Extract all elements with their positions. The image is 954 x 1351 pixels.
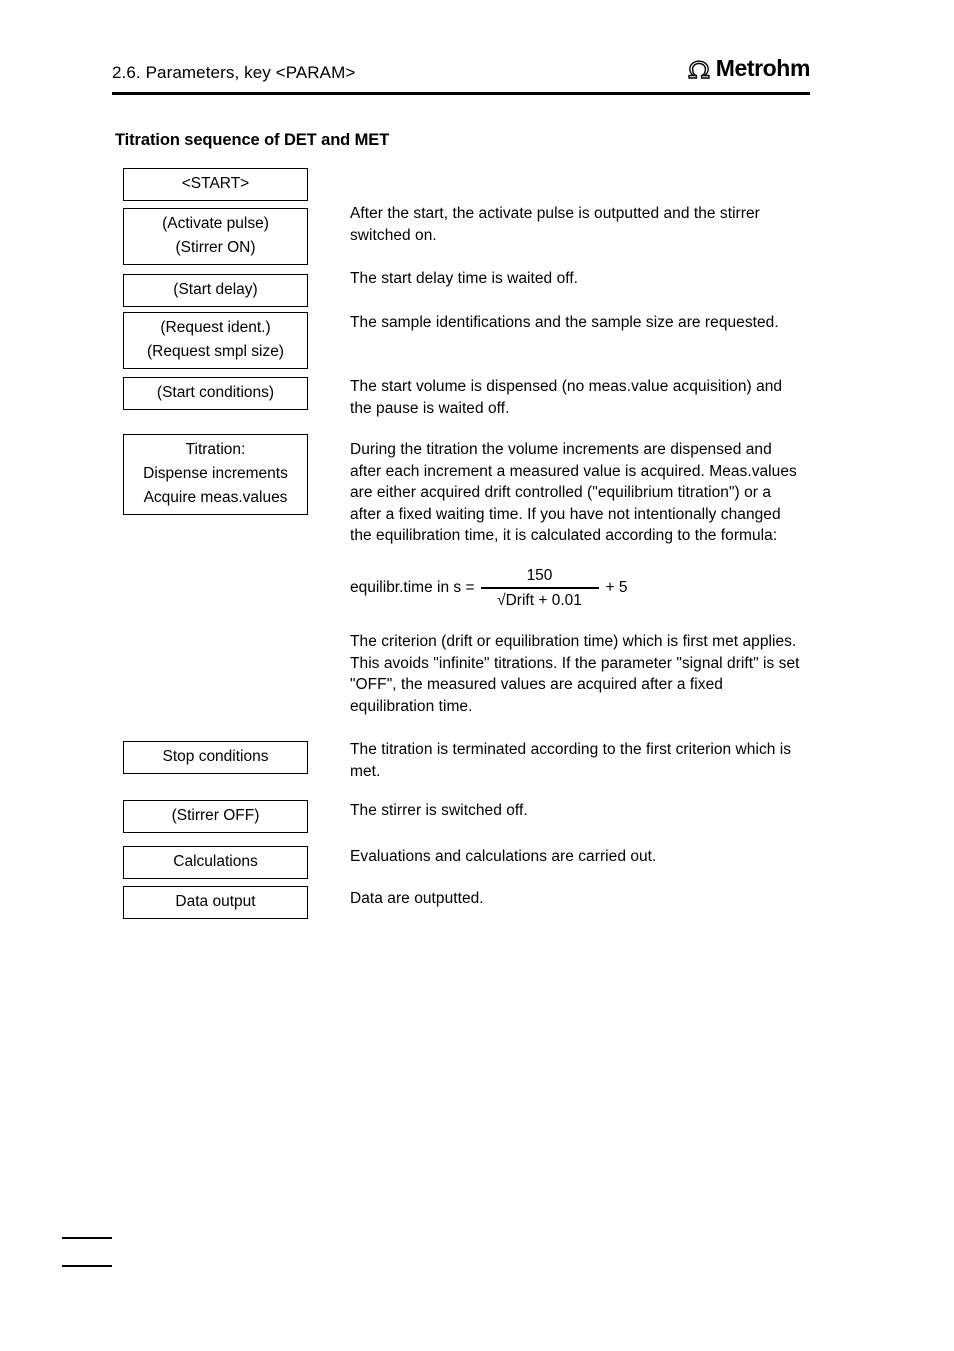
flow-step-line: Acquire meas.values xyxy=(143,489,288,506)
flow-step-line: Dispense increments xyxy=(143,465,288,482)
formula-denominator: √Drift + 0.01 xyxy=(497,591,582,609)
flow-step-box: <START> xyxy=(123,168,308,201)
flow-step-line: <START> xyxy=(181,175,250,192)
explanation-paragraph: After the start, the activate pulse is o… xyxy=(350,205,760,244)
formula-left-side: equilibr.time in s = xyxy=(350,579,475,597)
footer-rule-bottom xyxy=(62,1265,112,1267)
formula-numerator: 150 xyxy=(526,567,553,584)
flow-step-line: (Stirrer OFF) xyxy=(171,807,260,824)
flow-step-line: Calculations xyxy=(173,853,258,870)
formula-fraction: 150 √Drift + 0.01 xyxy=(480,566,599,610)
flow-step-box: Calculations xyxy=(123,846,308,879)
flow-step-line: (Activate pulse) xyxy=(162,215,269,232)
metrohm-logo: Metrohm xyxy=(686,56,810,80)
flow-step-box: (Activate pulse) (Stirrer ON) xyxy=(123,208,308,265)
flow-step-box: Stop conditions xyxy=(123,741,308,774)
flow-step-box: Data output xyxy=(123,886,308,919)
explanation-paragraph: The titration is terminated according to… xyxy=(350,741,792,780)
explanation-paragraph: The criterion (drift or equilibration ti… xyxy=(350,633,800,715)
flow-step-box: Titration: Dispense increments Acquire mea… xyxy=(123,434,308,515)
page-header: 2.6. Parameters, key <PARAM> Metrohm xyxy=(112,56,810,102)
explanation-paragraph: The start delay time is waited off. xyxy=(350,270,579,287)
explanation-paragraph: The sample identifications and the sampl… xyxy=(350,314,779,331)
flow-step-box: (Start conditions) xyxy=(123,377,308,410)
flow-step-line: Titration: xyxy=(185,441,246,458)
explanation-paragraph: During the titration the volume incremen… xyxy=(350,441,797,544)
flow-step-line: (Start delay) xyxy=(173,281,258,298)
footer-rule-top xyxy=(62,1237,112,1239)
formula-right-side: + 5 xyxy=(605,579,628,597)
flow-step-box: (Start delay) xyxy=(123,274,308,307)
formula-fraction-bar xyxy=(480,587,599,589)
flow-step-line: (Stirrer ON) xyxy=(175,239,256,256)
flow-step-box: (Stirrer OFF) xyxy=(123,800,308,833)
flow-step-box: (Request ident.) (Request smpl size) xyxy=(123,312,308,369)
flow-step-line: Data output xyxy=(175,893,256,910)
flow-step-line: (Request ident.) xyxy=(160,319,271,336)
flow-step-line: (Start conditions) xyxy=(156,384,275,401)
header-divider xyxy=(112,92,810,95)
equilibration-time-formula: equilibr.time in s = 150 √Drift + 0.01 +… xyxy=(350,566,627,610)
explanation-paragraph: Evaluations and calculations are carried… xyxy=(350,848,657,865)
flow-step-line: (Request smpl size) xyxy=(147,343,284,360)
omega-icon xyxy=(687,60,710,79)
explanation-paragraph: Data are outputted. xyxy=(350,890,484,907)
page-title: Titration sequence of DET and MET xyxy=(115,131,390,149)
explanation-paragraph: The stirrer is switched off. xyxy=(350,802,528,819)
explanation-paragraph: The start volume is dispensed (no meas.v… xyxy=(350,378,783,417)
header-section-title: 2.6. Parameters, key <PARAM> xyxy=(112,63,356,82)
logo-wordmark: Metrohm xyxy=(715,55,811,81)
flow-step-line: Stop conditions xyxy=(162,748,269,765)
document-page: 2.6. Parameters, key <PARAM> Metrohm Tit… xyxy=(0,0,954,1351)
